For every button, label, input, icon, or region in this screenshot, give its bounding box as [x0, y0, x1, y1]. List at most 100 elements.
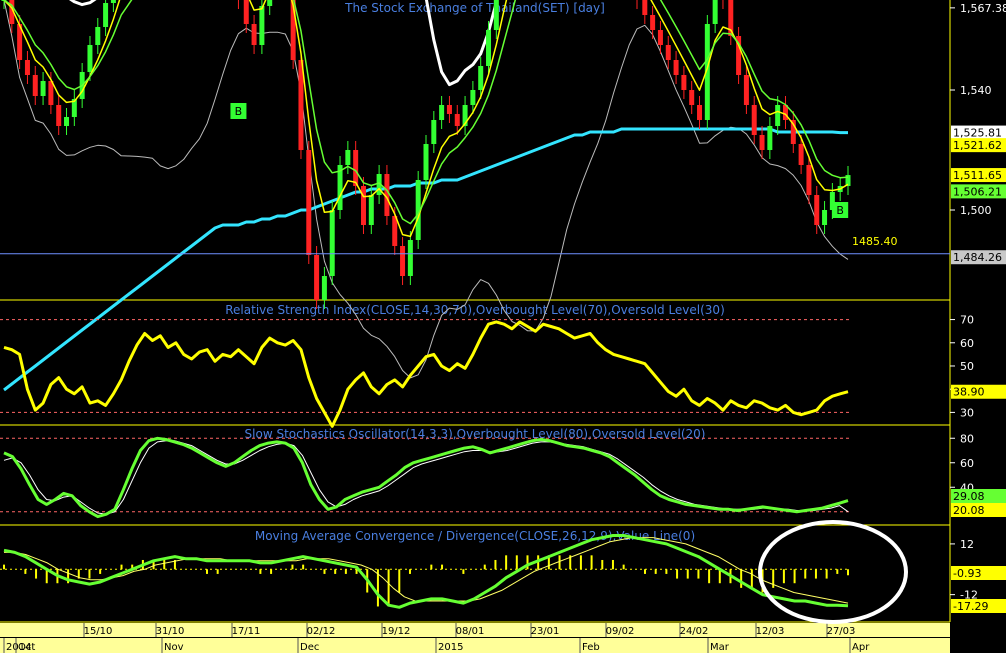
rsi-panel: 706050403038.90 [0, 314, 1006, 428]
candle [642, 0, 648, 24]
candle-body [665, 45, 671, 60]
candle [423, 135, 429, 189]
candle [306, 141, 312, 264]
candle [243, 0, 249, 33]
buy-signal-marker: B [832, 202, 849, 218]
date-tick-label: 08/01 [456, 626, 485, 637]
price-tag: 1,484.26 [951, 250, 1006, 265]
candle [103, 0, 109, 36]
candle [360, 177, 366, 234]
candle-body [400, 246, 406, 276]
candle [110, 0, 116, 12]
candle-body [798, 144, 804, 165]
candle-body [24, 60, 30, 75]
candle [95, 18, 101, 54]
price-tag-label: 1,506.21 [953, 185, 1002, 198]
candle [251, 15, 257, 54]
candle [64, 108, 70, 135]
price-tag: 1,506.21 [951, 184, 1006, 199]
buy-signal-label: B [235, 105, 243, 118]
candle-body [446, 105, 452, 114]
candle-body [814, 195, 820, 225]
candle-body [243, 0, 249, 24]
candle [681, 66, 687, 99]
candle-body [454, 114, 460, 126]
candle [657, 21, 663, 54]
rsi-axis-tick: 50 [960, 360, 974, 373]
stochastic-panel: 80604029.0820.08 [0, 432, 1006, 519]
candle-body [267, 0, 273, 6]
stochastic-d-line [3, 440, 849, 515]
candle [767, 117, 773, 159]
candle-body [407, 240, 413, 276]
candle [40, 72, 46, 105]
price-tag-label: 1,525.81 [953, 127, 1002, 140]
candle [446, 96, 452, 123]
candle-body [306, 150, 312, 255]
period-tick-label: Dec [300, 642, 319, 653]
candle [650, 6, 656, 39]
price-tag-label: 1,484.26 [953, 251, 1002, 264]
candle-body [650, 15, 656, 30]
price-axis-tick: 1,540 [960, 84, 992, 97]
candle-body [259, 6, 265, 45]
date-tick-label: 09/02 [606, 626, 635, 637]
rsi-axis-tick: 60 [960, 337, 974, 350]
candle [237, 0, 239, 9]
candle-body [759, 135, 765, 150]
chart-canvas: The Stock Exchange of Thailand(SET) [day… [0, 0, 1006, 653]
candle [697, 96, 703, 129]
candle [439, 96, 445, 129]
macd-panel: 12-12-0.93-17.29 [0, 534, 1006, 613]
date-tick-label: 27/03 [827, 626, 856, 637]
candle [782, 96, 788, 129]
date-tick-label: 19/12 [382, 626, 411, 637]
candle-body [470, 90, 476, 105]
macd-axis-tick: 12 [960, 538, 974, 551]
stochastic-k-line [3, 436, 849, 519]
rsi-panel-title: Relative Strength Index(CLOSE,14,30,70),… [225, 303, 725, 317]
candle [290, 0, 296, 69]
stochastic-d-tag: 20.08 [951, 503, 1006, 517]
candle-body [40, 81, 46, 96]
candle [407, 231, 413, 285]
candle-body [423, 144, 429, 180]
candle-body [478, 66, 484, 90]
period-tick-label: Feb [582, 642, 600, 653]
price-tag-label: 1,521.62 [953, 139, 1002, 152]
candle [314, 246, 320, 309]
stochastic-k-tag: 29.08 [951, 489, 1006, 503]
candle [24, 51, 30, 84]
candle-body [314, 255, 320, 300]
medium-moving-average-line [3, 0, 849, 225]
price-tag: 1,525.81 [951, 125, 1006, 140]
candle [689, 81, 695, 114]
candle-body [486, 30, 492, 66]
candle-body [743, 75, 749, 105]
date-tick-label: 02/12 [307, 626, 336, 637]
candle [368, 186, 374, 234]
price-tag: 1,511.65 [951, 168, 1006, 183]
candle-body [681, 75, 687, 90]
date-tick-label: 15/10 [84, 626, 113, 637]
candle [722, 0, 724, 9]
date-tick-label: 23/01 [531, 626, 560, 637]
candle-body [56, 105, 62, 126]
candle-body [329, 210, 335, 276]
candle-body [345, 150, 351, 165]
candle [462, 96, 468, 135]
period-strip [0, 638, 950, 653]
rsi-line [3, 320, 849, 428]
price-tag-label: 1,511.65 [953, 169, 1002, 182]
candle-body [806, 165, 812, 195]
candle-body [110, 0, 116, 3]
candle [845, 166, 851, 195]
candle [743, 66, 749, 114]
candle [736, 27, 742, 84]
price-panel: 1485.40 B B 1,567.38 1,540 1,500 1,525.811,521… [0, 0, 1006, 392]
rsi-axis-tick: 30 [960, 406, 974, 419]
candle-body [431, 120, 437, 144]
buy-signal-marker: B [230, 103, 247, 119]
macd-signal-tag-label: -0.93 [953, 567, 981, 580]
candle-body [87, 45, 93, 72]
